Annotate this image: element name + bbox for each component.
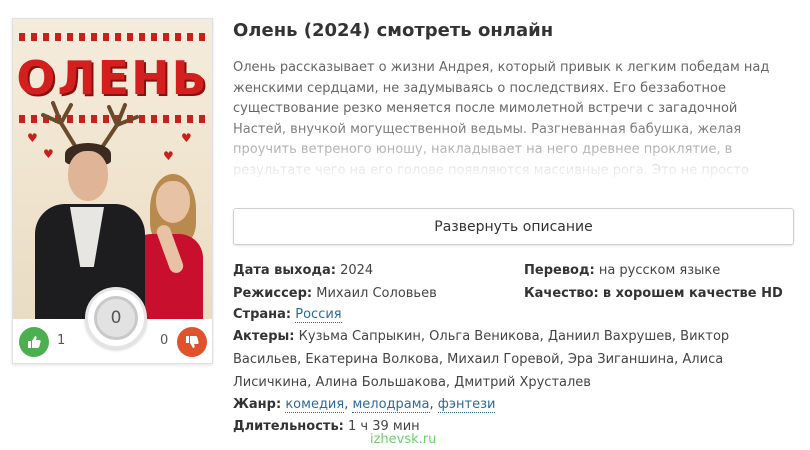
genre-link-melodrama[interactable]: мелодрама — [352, 397, 430, 413]
translation-value: на русском языке — [598, 263, 721, 278]
genre-label: Жанр: — [233, 397, 282, 412]
rating-bar: 1 0 0 — [13, 287, 212, 363]
poster-man-face — [68, 151, 108, 201]
info-release: Дата выхода: 2024 — [233, 259, 373, 282]
info-quality: Качество: в хорошем качестве HD — [524, 282, 783, 305]
quality-value: в хорошем качестве HD — [602, 286, 783, 301]
poster-woman-face — [156, 181, 190, 223]
actors-value: Кузьма Сапрыкин, Ольга Веникова, Даниил … — [233, 329, 730, 390]
like-button[interactable] — [19, 327, 49, 357]
like-count: 1 — [57, 333, 66, 348]
info-actors: Актеры: Кузьма Сапрыкин, Ольга Веникова,… — [233, 325, 773, 394]
page-title: Олень (2024) смотреть онлайн — [233, 20, 554, 41]
description-fade-overlay — [233, 120, 798, 186]
thumbs-up-icon — [28, 336, 41, 348]
genre-link-comedy[interactable]: комедия — [285, 397, 345, 413]
duration-label: Длительность: — [233, 419, 344, 434]
release-value: 2024 — [340, 263, 374, 278]
actors-label: Актеры: — [233, 329, 295, 344]
quality-label: Качество: — [524, 286, 599, 301]
thumbs-down-icon — [186, 336, 199, 348]
rating-score: 0 — [94, 296, 138, 340]
info-translation: Перевод: на русском языке — [524, 259, 720, 282]
rating-score-circle: 0 — [85, 287, 147, 349]
poster-card: ОЛЕНЬ ♥ ♥ ♥ ♥ 1 0 0 — [12, 18, 213, 364]
release-label: Дата выхода: — [233, 263, 336, 278]
info-country: Страна: Россия — [233, 303, 342, 326]
info-director: Режиссер: Михаил Соловьев — [233, 282, 437, 305]
director-value: Михаил Соловьев — [316, 286, 437, 301]
movie-poster[interactable]: ОЛЕНЬ ♥ ♥ ♥ ♥ — [13, 19, 212, 319]
country-link[interactable]: Россия — [295, 307, 342, 323]
translation-label: Перевод: — [524, 263, 595, 278]
dislike-count: 0 — [160, 333, 169, 348]
director-label: Режиссер: — [233, 286, 313, 301]
genre-link-fantasy[interactable]: фэнтези — [437, 397, 496, 413]
antlers-illustration — [41, 101, 139, 151]
watermark: izhevsk.ru — [370, 432, 437, 447]
dislike-button[interactable] — [177, 327, 207, 357]
expand-description-button[interactable]: Развернуть описание — [233, 208, 794, 245]
country-label: Страна: — [233, 307, 292, 322]
info-genre: Жанр: комедия, мелодрама, фэнтези — [233, 397, 496, 413]
